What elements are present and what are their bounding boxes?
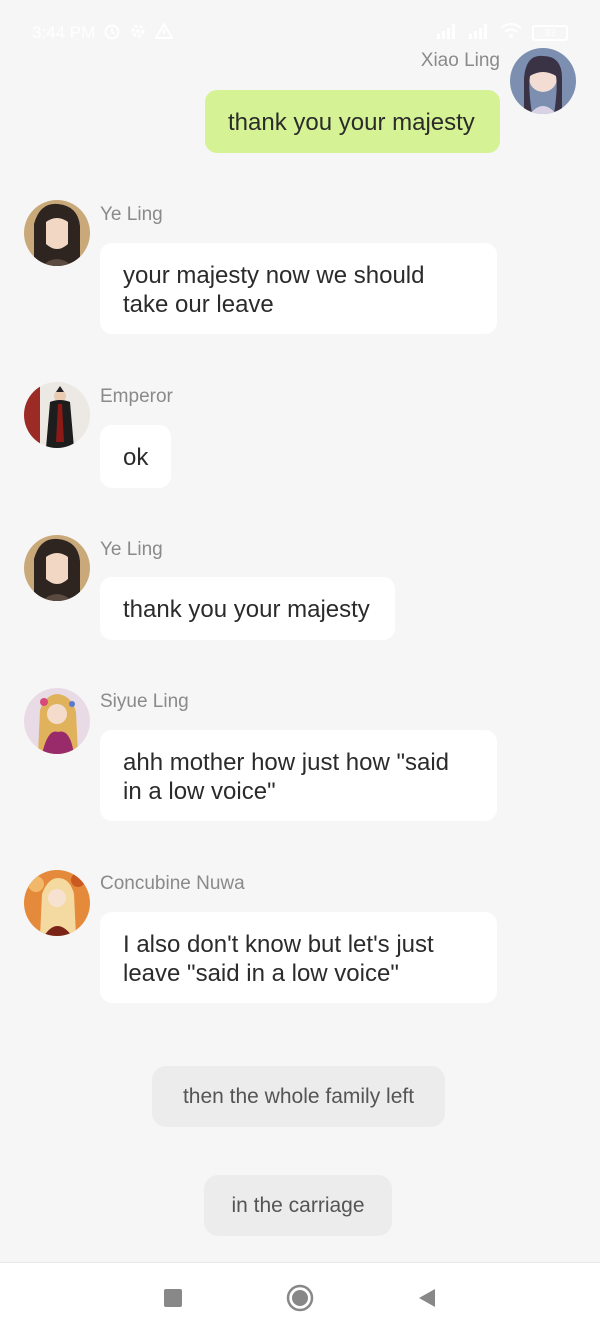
message-bubble[interactable]: thank you your majesty [205,90,500,153]
recent-apps-icon[interactable] [143,1268,203,1328]
message-bubble[interactable]: I also don't know but let's just leave "… [100,912,497,1003]
sender-name: Ye Ling [100,539,163,560]
concubine-nuwa-avatar[interactable] [24,870,90,936]
status-time: 3:44 PM [32,23,96,42]
signal-secondary-icon [468,23,490,44]
sender-name: Concubine Nuwa [100,873,245,894]
alarm-icon [103,22,121,45]
status-bar: 3:44 PM 33 [0,0,600,66]
settings-gear-icon [129,22,147,45]
narration-message[interactable]: in the carriage [204,1175,392,1236]
wifi-icon [500,22,522,44]
back-icon[interactable] [397,1268,457,1328]
message-bubble[interactable]: ahh mother how just how "said in a low v… [100,730,497,821]
sender-name: Xiao Ling [420,50,500,71]
siyue-ling-avatar[interactable] [24,688,90,754]
sender-name: Ye Ling [100,204,163,225]
system-nav-bar [0,1262,600,1333]
narration-message[interactable]: then the whole family left [152,1066,445,1127]
ye-ling-avatar[interactable] [24,200,90,266]
warning-icon [154,21,175,45]
sender-name: Siyue Ling [100,691,189,712]
home-icon[interactable] [270,1268,330,1328]
sender-name: Emperor [100,386,173,407]
xiao-ling-avatar[interactable] [510,48,576,114]
emperor-avatar[interactable] [24,382,90,448]
message-bubble[interactable]: ok [100,425,171,488]
ye-ling-avatar[interactable] [24,535,90,601]
message-bubble[interactable]: thank you your majesty [100,577,395,640]
status-left: 3:44 PM [32,21,175,45]
message-bubble[interactable]: your majesty now we should take our leav… [100,243,497,334]
signal-icon [436,23,458,44]
battery-icon: 33 [532,25,568,41]
status-right: 33 [436,22,568,44]
